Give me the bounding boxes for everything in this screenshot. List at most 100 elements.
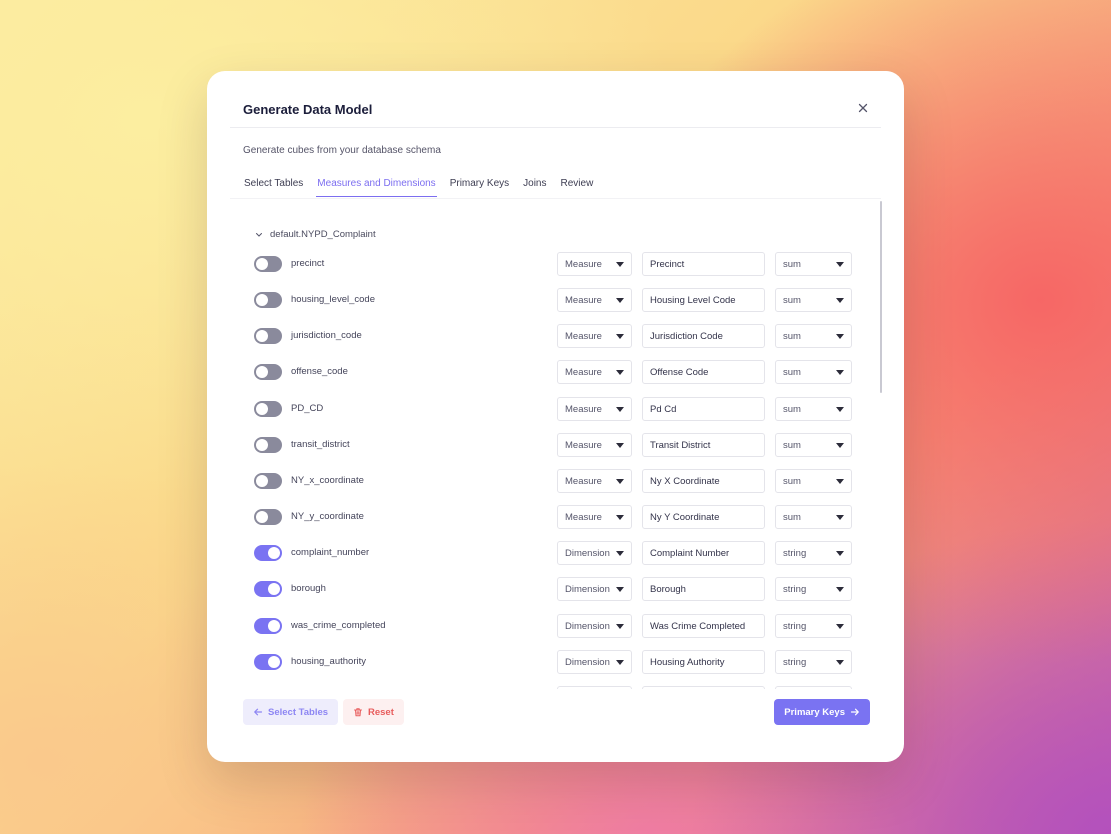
column-type-value: Measure bbox=[565, 475, 602, 487]
column-type-select[interactable]: Measure bbox=[557, 505, 632, 530]
toggle-knob bbox=[268, 655, 280, 668]
aggregation-value: sum bbox=[783, 259, 801, 270]
aggregation-value: string bbox=[783, 548, 807, 560]
column-title-input[interactable]: Precinct bbox=[642, 252, 765, 276]
aggregation-select[interactable]: string bbox=[775, 649, 852, 674]
tab-review[interactable]: Review bbox=[560, 178, 595, 197]
aggregation-select[interactable]: sum bbox=[775, 505, 852, 530]
column-type-select[interactable]: Measure bbox=[557, 324, 632, 349]
column-title-input[interactable]: Pd Cd bbox=[642, 396, 765, 421]
include-column-toggle[interactable] bbox=[254, 328, 282, 345]
column-type-select[interactable]: Dimension bbox=[557, 577, 632, 602]
caret-down-icon bbox=[836, 659, 844, 665]
column-title-input[interactable]: Offense Code bbox=[642, 360, 765, 385]
column-type-select[interactable]: Measure bbox=[557, 252, 632, 276]
column-title-input[interactable]: Jurisdiction Code bbox=[642, 324, 765, 349]
column-type-select[interactable]: Dimension bbox=[557, 541, 632, 566]
column-type-value: Measure bbox=[565, 512, 602, 524]
aggregation-select[interactable]: sum bbox=[775, 252, 852, 276]
column-type-value: Dimension bbox=[565, 548, 610, 560]
column-row: transit_district Measure Transit District s… bbox=[237, 432, 881, 458]
tab-measures-and-dimensions[interactable]: Measures and Dimensions bbox=[316, 178, 437, 197]
include-column-toggle[interactable] bbox=[254, 472, 282, 489]
aggregation-select[interactable] bbox=[775, 685, 852, 689]
aggregation-select[interactable]: string bbox=[775, 541, 852, 566]
next-button-label: Primary Keys bbox=[784, 706, 845, 718]
column-type-value: Dimension bbox=[565, 584, 610, 596]
column-type-select[interactable]: Measure bbox=[557, 396, 632, 421]
include-column-toggle[interactable] bbox=[254, 292, 282, 309]
back-select-tables-button[interactable]: Select Tables bbox=[243, 699, 339, 725]
close-button[interactable] bbox=[854, 99, 872, 117]
column-title-input[interactable]: Ny Y Coordinate bbox=[642, 505, 765, 530]
caret-down-icon bbox=[836, 262, 844, 267]
column-type-select[interactable]: Dimension bbox=[557, 649, 632, 674]
include-column-toggle[interactable] bbox=[254, 509, 282, 526]
column-row: offense_code Measure Offense Code sum bbox=[237, 359, 881, 385]
header-divider bbox=[230, 127, 881, 128]
toggle-knob bbox=[268, 583, 280, 596]
column-title-input[interactable]: Ny X Coordinate bbox=[642, 468, 765, 493]
aggregation-select[interactable]: sum bbox=[775, 288, 852, 313]
scrollbar[interactable] bbox=[880, 201, 882, 393]
aggregation-select[interactable]: string bbox=[775, 613, 852, 638]
caret-down-icon bbox=[836, 551, 844, 557]
column-name: precinct bbox=[291, 258, 325, 269]
aggregation-select[interactable]: sum bbox=[775, 468, 852, 493]
caret-down-icon bbox=[836, 406, 844, 412]
column-title-input[interactable]: Housing Level Code bbox=[642, 288, 765, 313]
caret-down-icon bbox=[616, 262, 624, 267]
include-column-toggle[interactable] bbox=[254, 400, 282, 417]
include-column-toggle[interactable] bbox=[254, 364, 282, 381]
column-title-input[interactable]: Housing Authority bbox=[642, 649, 765, 674]
tab-select-tables[interactable]: Select Tables bbox=[243, 178, 304, 197]
reset-button[interactable]: Reset bbox=[343, 699, 404, 725]
caret-down-icon bbox=[616, 442, 624, 448]
caret-down-icon bbox=[616, 515, 624, 521]
column-title-input[interactable]: Was Crime Completed bbox=[642, 613, 765, 638]
caret-down-icon bbox=[836, 587, 844, 593]
columns-list[interactable]: default.NYPD_Complaint precinct Measure Pr… bbox=[237, 199, 881, 689]
aggregation-select[interactable]: sum bbox=[775, 360, 852, 385]
column-title-input[interactable]: Complaint Number bbox=[642, 541, 765, 566]
column-type-select[interactable]: Measure bbox=[557, 360, 632, 385]
column-name: NY_x_coordinate bbox=[291, 474, 364, 486]
tab-joins[interactable]: Joins bbox=[522, 178, 547, 197]
include-column-toggle[interactable] bbox=[254, 653, 282, 670]
include-column-toggle[interactable] bbox=[254, 581, 282, 598]
column-type-select[interactable]: Measure bbox=[557, 468, 632, 493]
column-title-input[interactable] bbox=[642, 685, 765, 689]
column-type-value: Measure bbox=[565, 295, 602, 307]
aggregation-select[interactable]: string bbox=[775, 577, 852, 602]
aggregation-select[interactable]: sum bbox=[775, 432, 852, 457]
include-column-toggle[interactable] bbox=[254, 436, 282, 453]
column-row: NY_x_coordinate Measure Ny X Coordinate sum bbox=[237, 468, 881, 494]
column-name: housing_level_code bbox=[291, 294, 375, 306]
include-column-toggle[interactable] bbox=[254, 545, 282, 562]
column-type-value: Measure bbox=[565, 439, 602, 451]
column-type-select[interactable] bbox=[557, 685, 632, 689]
next-primary-keys-button[interactable]: Primary Keys bbox=[774, 699, 870, 725]
toggle-knob bbox=[268, 547, 280, 560]
column-name: PD_CD bbox=[291, 402, 324, 414]
caret-down-icon bbox=[616, 478, 624, 484]
column-type-select[interactable]: Measure bbox=[557, 432, 632, 457]
column-row: precinct Measure Precinct sum bbox=[237, 251, 881, 277]
chevron-down-icon bbox=[256, 232, 262, 237]
aggregation-select[interactable]: sum bbox=[775, 324, 852, 349]
column-name: offense_code bbox=[291, 366, 348, 378]
include-column-toggle[interactable] bbox=[254, 617, 282, 634]
table-group-header[interactable]: default.NYPD_Complaint bbox=[255, 229, 376, 240]
wizard-tabs: Select Tables Measures and Dimensions Pr… bbox=[243, 178, 606, 197]
column-title-input[interactable]: Borough bbox=[642, 577, 765, 602]
column-type-select[interactable]: Measure bbox=[557, 288, 632, 313]
table-group-name: default.NYPD_Complaint bbox=[270, 229, 376, 240]
column-title-input[interactable]: Transit District bbox=[642, 432, 765, 457]
aggregation-select[interactable]: sum bbox=[775, 396, 852, 421]
aggregation-value: string bbox=[783, 656, 807, 668]
include-column-toggle[interactable] bbox=[254, 256, 282, 272]
aggregation-value: sum bbox=[783, 331, 801, 343]
caret-down-icon bbox=[616, 587, 624, 593]
tab-primary-keys[interactable]: Primary Keys bbox=[449, 178, 510, 197]
column-type-select[interactable]: Dimension bbox=[557, 613, 632, 638]
